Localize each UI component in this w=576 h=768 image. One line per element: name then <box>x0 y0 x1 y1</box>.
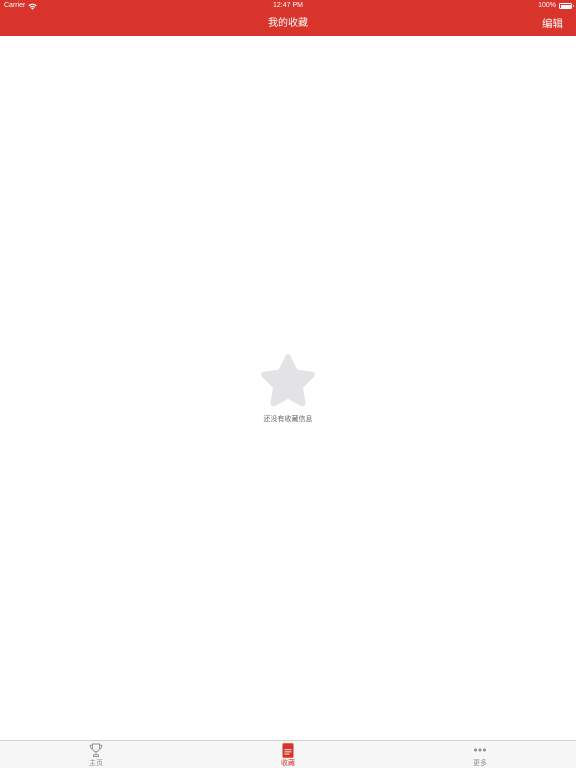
header: Carrier 12:47 PM 100% 我的收藏 编辑 <box>0 0 576 36</box>
tab-bar: 主页 收藏 更多 <box>0 740 576 768</box>
battery-icon <box>559 3 574 9</box>
star-icon <box>261 354 315 407</box>
more-dots-icon <box>474 748 486 752</box>
page-title: 我的收藏 <box>268 18 308 29</box>
empty-state: 还没有收藏信息 <box>0 352 576 424</box>
empty-message: 还没有收藏信息 <box>263 415 313 423</box>
tab-home[interactable]: 主页 <box>0 741 192 768</box>
tab-home-label: 主页 <box>89 759 103 767</box>
status-right: 100% <box>538 0 574 12</box>
tab-favorites-label: 收藏 <box>281 759 295 767</box>
status-time: 12:47 PM <box>273 2 303 9</box>
document-icon <box>282 743 294 758</box>
screen: Carrier 12:47 PM 100% 我的收藏 编辑 还没有收藏信息 主页… <box>0 0 576 768</box>
nav-bar: 我的收藏 编辑 <box>0 12 576 36</box>
tab-more[interactable]: 更多 <box>384 741 576 768</box>
trophy-icon <box>89 743 103 758</box>
battery-percent: 100% <box>538 2 556 9</box>
tab-favorites[interactable]: 收藏 <box>192 741 384 768</box>
status-bar: Carrier 12:47 PM 100% <box>0 0 576 12</box>
tab-more-label: 更多 <box>473 759 487 767</box>
edit-button[interactable]: 编辑 <box>542 12 563 36</box>
